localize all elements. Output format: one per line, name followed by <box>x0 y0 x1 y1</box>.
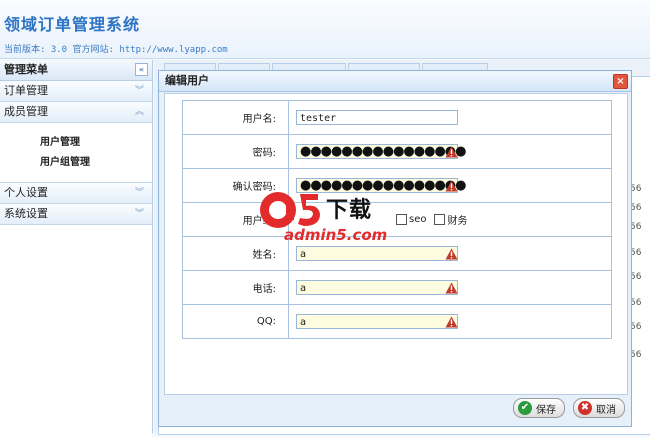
chevron-down-icon: ︾ <box>134 209 144 219</box>
qq-input[interactable]: a <box>296 314 458 329</box>
form-row: 用户名: tester <box>182 100 612 135</box>
sidebar-group-members[interactable]: 成员管理 ︽ <box>0 102 152 123</box>
sidebar-group-personal[interactable]: 个人设置 ︾ <box>0 183 152 204</box>
sidebar-item-user-groups[interactable]: 用户组管理 <box>0 153 152 173</box>
background-cell: 56 <box>630 298 642 308</box>
close-icon[interactable]: × <box>613 74 628 89</box>
sidebar: 管理菜单 « 订单管理 ︾ 成员管理 ︽ 用户管理 用户组管理 个人设置 ︾ 系… <box>0 60 153 437</box>
version-info: 当前版本: 3.0 官方网站: http://www.lyapp.com <box>4 45 228 55</box>
sidebar-group-system[interactable]: 系统设置 ︾ <box>0 204 152 225</box>
chevron-down-icon: ︾ <box>134 188 144 198</box>
cancel-button-label: 取消 <box>596 404 616 416</box>
password-mask: ●●●●●●●●●●●●●●●● <box>300 144 466 159</box>
background-cell: 56 <box>630 350 642 360</box>
chevron-down-icon: ︾ <box>134 86 144 96</box>
sidebar-group-label: 个人设置 <box>4 186 48 199</box>
name-value: a <box>300 249 307 260</box>
checkmark-icon: ✔ <box>518 401 532 415</box>
a5-watermark-logo: a5 下载 admin5.com <box>248 188 398 250</box>
seo-option-label: seo <box>409 214 427 225</box>
password-input[interactable]: ●●●●●●●●●●●●●●●● <box>296 144 466 159</box>
qq-label: QQ: <box>182 304 289 339</box>
form-row: 密码: ●●●●●●●●●●●●●●●● <box>182 134 612 169</box>
warning-icon <box>445 146 458 158</box>
chevron-up-icon: ︽ <box>134 107 144 117</box>
background-cell: 56 <box>630 322 642 332</box>
dialog-footer: ✔ 保存 ✖ 取消 <box>513 398 625 418</box>
password-cell: ●●●●●●●●●●●●●●●● <box>288 134 612 169</box>
watermark-site: admin5.com <box>284 226 388 244</box>
warning-icon <box>445 180 458 192</box>
background-cell: 56 <box>630 222 642 232</box>
watermark-download: 下载 <box>326 198 373 223</box>
dialog-title-bar[interactable]: 编辑用户 <box>159 71 631 92</box>
form-row: QQ: a <box>182 304 612 339</box>
qq-cell: a <box>288 304 612 339</box>
background-cell: 56 <box>630 184 642 194</box>
warning-icon <box>445 282 458 294</box>
sidebar-title: 管理菜单 <box>4 63 48 76</box>
phone-label: 电话: <box>182 270 289 305</box>
sidebar-header: 管理菜单 « <box>0 60 152 81</box>
collapse-sidebar-icon[interactable]: « <box>135 63 148 76</box>
finance-option-label: 财务 <box>447 216 468 227</box>
form-row: 电话: a <box>182 270 612 305</box>
background-cell: 56 <box>630 248 642 258</box>
members-submenu: 用户管理 用户组管理 <box>0 123 152 183</box>
cancel-button[interactable]: ✖ 取消 <box>573 398 625 418</box>
sidebar-empty-area <box>0 225 152 437</box>
warning-icon <box>445 316 458 328</box>
sidebar-item-users[interactable]: 用户管理 <box>0 133 152 153</box>
save-button[interactable]: ✔ 保存 <box>513 398 565 418</box>
password-label: 密码: <box>182 134 289 169</box>
phone-value: a <box>300 283 307 294</box>
save-button-label: 保存 <box>536 404 556 416</box>
username-cell: tester <box>288 100 612 135</box>
sidebar-group-orders[interactable]: 订单管理 ︾ <box>0 81 152 102</box>
dialog-title: 编辑用户 <box>165 74 209 87</box>
app-header: 领域订单管理系统 当前版本: 3.0 官方网站: http://www.lyap… <box>0 0 650 59</box>
sidebar-group-label: 成员管理 <box>4 105 48 118</box>
finance-checkbox[interactable] <box>434 214 446 225</box>
username-label: 用户名: <box>182 100 289 135</box>
cancel-x-icon: ✖ <box>578 401 592 415</box>
username-input[interactable]: tester <box>296 110 458 125</box>
qq-value: a <box>300 317 307 328</box>
background-cell: 56 <box>630 272 642 282</box>
phone-cell: a <box>288 270 612 305</box>
app-title: 领域订单管理系统 <box>4 15 141 34</box>
background-cell: 56 <box>630 203 642 213</box>
sidebar-group-label: 系统设置 <box>4 207 48 220</box>
phone-input[interactable]: a <box>296 280 458 295</box>
warning-icon <box>445 248 458 260</box>
sidebar-group-label: 订单管理 <box>4 84 48 97</box>
